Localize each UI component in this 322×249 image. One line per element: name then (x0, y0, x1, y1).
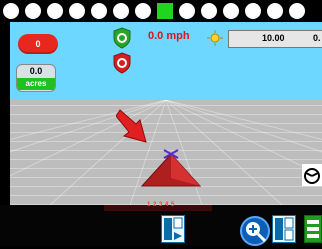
menu-button[interactable] (304, 215, 322, 243)
tractor-position-icon (140, 149, 202, 187)
navigation-view-icon (164, 217, 183, 240)
bottom-toolbar: 1 2 3 4 5 (0, 202, 322, 246)
field-value-box[interactable]: 10.00 0. (228, 30, 322, 48)
acres-counter[interactable]: 0.0 acres (16, 64, 56, 92)
acres-value: 0.0 (29, 66, 43, 76)
led-indicator (3, 3, 19, 19)
led-indicator (157, 3, 173, 19)
menu-icon (307, 220, 319, 238)
zoom-button[interactable] (240, 216, 270, 246)
count-badge[interactable]: 0 (18, 34, 58, 54)
led-indicator (69, 3, 85, 19)
led-indicator (135, 3, 151, 19)
led-indicator (179, 3, 195, 19)
led-indicator (223, 3, 239, 19)
acres-label: acres (17, 78, 55, 90)
led-bar (0, 0, 322, 22)
led-indicator (201, 3, 217, 19)
led-indicator (245, 3, 261, 19)
map-view[interactable]: 0 0.0 acres 0.0 mph 10.00 0. (10, 22, 322, 205)
zoom-icon (246, 222, 267, 243)
led-indicator (91, 3, 107, 19)
led-indicator (113, 3, 129, 19)
lightbar-digits: 1 2 3 4 5 (147, 202, 175, 208)
led-indicator (289, 3, 305, 19)
led-indicator (25, 3, 41, 19)
shield-red-icon[interactable] (112, 52, 132, 74)
field-value-1: 10.00 (262, 33, 285, 43)
field-value-2: 0. (313, 33, 321, 43)
sun-icon[interactable] (207, 30, 223, 46)
screen-view-icon (275, 217, 294, 241)
screen-view-button[interactable] (272, 215, 296, 243)
led-indicator (267, 3, 283, 19)
led-indicator (47, 3, 63, 19)
shield-green-icon[interactable] (112, 27, 132, 49)
steering-wheel-icon[interactable] (302, 164, 322, 186)
navigation-view-button[interactable] (161, 215, 185, 243)
left-frame (0, 22, 10, 205)
red-arrow-icon (116, 109, 147, 143)
speed-readout: 0.0 mph (148, 30, 190, 42)
